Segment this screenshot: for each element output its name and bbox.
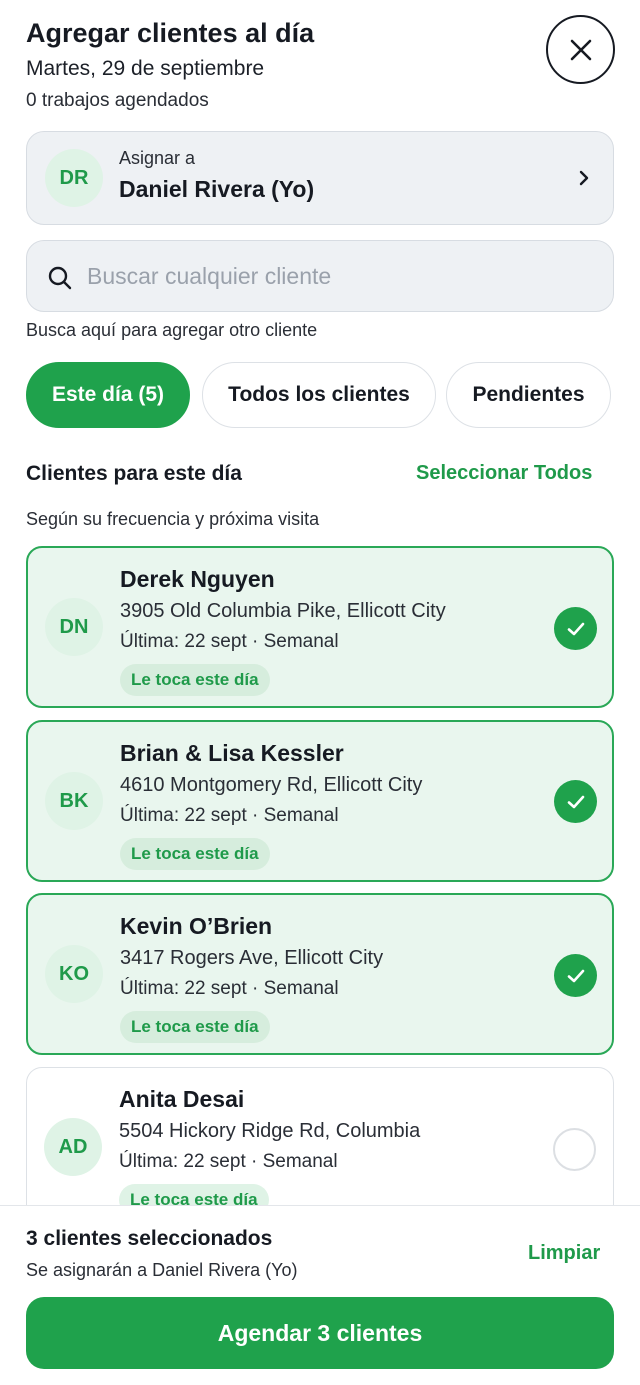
due-badge: Le toca este día [120, 664, 270, 696]
client-last-visit: Última: 22 sept · Semanal [120, 631, 339, 652]
selection-footer: 3 clientes seleccionados Se asignarán a … [0, 1205, 640, 1385]
client-address: 5504 Hickory Ridge Rd, Columbia [119, 1120, 421, 1142]
assignee-name: Daniel Rivera (Yo) [119, 176, 315, 202]
tab-este-dia[interactable]: Este día (5) [26, 362, 190, 428]
section-subtitle: Según su frecuencia y próxima visita [26, 509, 320, 529]
assign-note: Se asignarán a Daniel Rivera (Yo) [26, 1260, 298, 1280]
client-last-visit: Última: 22 sept · Semanal [119, 1151, 338, 1172]
client-last-visit: Última: 22 sept · Semanal [120, 805, 339, 826]
clear-button[interactable]: Limpiar [528, 1242, 600, 1265]
client-name: Derek Nguyen [120, 566, 275, 592]
avatar: BK [45, 772, 103, 830]
avatar: DN [45, 598, 103, 656]
client-name: Kevin O’Brien [120, 913, 273, 939]
close-icon [570, 39, 591, 60]
header: Agregar clientes al día Martes, 29 de se… [26, 14, 526, 116]
selected-checkbox[interactable] [554, 607, 597, 650]
page-date: Martes, 29 de septiembre [26, 57, 265, 80]
selected-checkbox[interactable] [554, 780, 597, 823]
assign-label: Asignar a [119, 148, 196, 168]
client-name: Brian & Lisa Kessler [120, 740, 344, 766]
assign-to-selector[interactable]: DR Asignar a Daniel Rivera (Yo) [26, 131, 614, 225]
client-address: 3417 Rogers Ave, Ellicott City [120, 947, 384, 969]
avatar: DR [45, 149, 103, 207]
chevron-right-icon [579, 170, 589, 186]
close-button[interactable] [546, 15, 615, 84]
check-icon [567, 795, 584, 808]
selected-count: 3 clientes seleccionados [26, 1227, 273, 1250]
due-badge: Le toca este día [120, 1011, 270, 1043]
unselected-checkbox[interactable] [553, 1128, 596, 1171]
client-card[interactable]: KO Kevin O’Brien 3417 Rogers Ave, Ellico… [26, 893, 614, 1055]
avatar: AD [44, 1118, 102, 1176]
search-icon [48, 266, 72, 290]
page-title: Agregar clientes al día [26, 18, 315, 48]
client-last-visit: Última: 22 sept · Semanal [120, 978, 339, 999]
schedule-button[interactable]: Agendar 3 clientes [26, 1297, 614, 1369]
tab-pendientes[interactable]: Pendientes [446, 362, 611, 428]
select-all-button[interactable]: Seleccionar Todos [416, 462, 592, 485]
client-card[interactable]: BK Brian & Lisa Kessler 4610 Montgomery … [26, 720, 614, 882]
client-card[interactable]: DN Derek Nguyen 3905 Old Columbia Pike, … [26, 546, 614, 708]
client-address: 4610 Montgomery Rd, Ellicott City [120, 774, 423, 796]
tab-todos-los-clientes[interactable]: Todos los clientes [202, 362, 436, 428]
search-hint: Busca aquí para agregar otro cliente [26, 320, 318, 340]
search-input[interactable] [87, 255, 587, 297]
selected-checkbox[interactable] [554, 954, 597, 997]
search-field[interactable] [26, 240, 614, 312]
check-icon [567, 622, 584, 635]
check-icon [567, 969, 584, 982]
section-title: Clientes para este día [26, 462, 242, 485]
due-badge: Le toca este día [120, 838, 270, 870]
avatar: KO [45, 945, 103, 1003]
jobs-count: 0 trabajos agendados [26, 90, 209, 111]
client-address: 3905 Old Columbia Pike, Ellicott City [120, 600, 446, 622]
client-name: Anita Desai [119, 1086, 245, 1112]
